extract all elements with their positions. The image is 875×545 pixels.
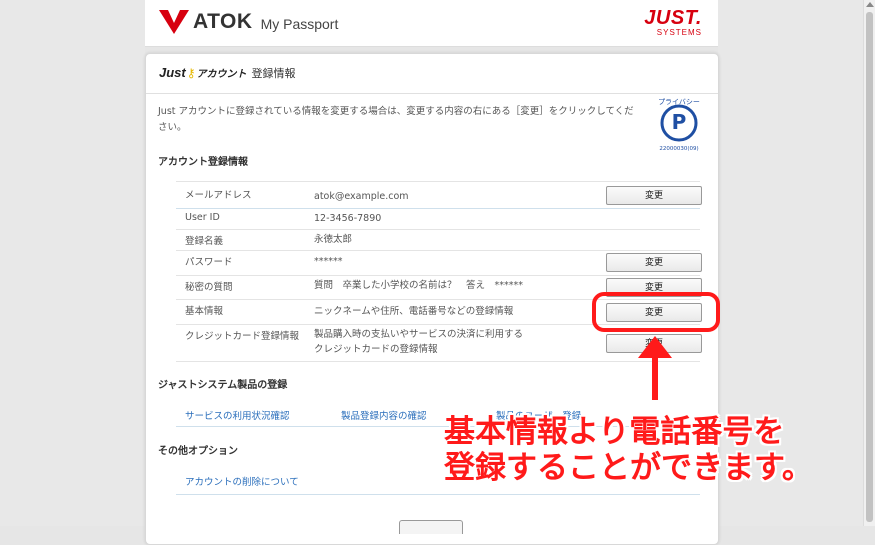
credit-card-value-line1: 製品購入時の支払いやサービスの決済に利用する (314, 329, 524, 340)
account-section-title: アカウント登録情報 (158, 157, 248, 168)
annotation-line-1: 基本情報より電話番号を (444, 414, 785, 450)
title-divider (146, 93, 718, 94)
privacy-mark-number: 22000030(09) (659, 146, 698, 152)
user-id-label: User ID (185, 212, 220, 223)
vertical-scrollbar[interactable] (863, 0, 875, 526)
email-value: atok@example.com (314, 191, 409, 202)
registrant-name-value: 永徳太郎 (314, 234, 353, 245)
key-icon: ⚷ (186, 66, 196, 80)
annotation-text: 基本情報より電話番号を 登録することができます。 (444, 414, 854, 486)
delete-account-link[interactable]: アカウントの削除について (185, 474, 299, 488)
email-label: メールアドレス (185, 190, 252, 201)
product-registration-check-link[interactable]: 製品登録内容の確認 (341, 408, 427, 422)
row-divider (176, 229, 700, 230)
basic-info-label: 基本情報 (185, 306, 224, 317)
privacy-mark-icon[interactable]: P プライバシー 22000030(09) (651, 96, 707, 152)
title-just: Just (159, 65, 186, 80)
row-divider (176, 494, 700, 495)
bottom-button[interactable] (399, 520, 463, 534)
scrollbar-thumb[interactable] (866, 12, 873, 522)
title-label: 登録情報 (251, 67, 296, 80)
intro-text: Just アカウントに登録されている情報を変更する場合は、変更する内容の右にある… (158, 106, 634, 133)
just-logo-text: JUST. (644, 7, 702, 29)
service-usage-link[interactable]: サービスの利用状況確認 (185, 408, 290, 422)
privacy-mark-text: プライバシー (658, 98, 700, 106)
product-section-title: ジャストシステム製品の登録 (158, 380, 288, 391)
my-passport-label: My Passport (260, 16, 339, 32)
scroll-up-icon[interactable] (866, 2, 874, 7)
change-email-button[interactable]: 変更 (606, 186, 702, 205)
title-account: アカウント (196, 69, 247, 80)
systems-logo-text: SYSTEMS (656, 28, 702, 37)
atok-logo-text: ATOK (193, 10, 253, 33)
secret-question-value: 質問 卒業した小学校の名前は？ 答え ****** (314, 280, 524, 291)
registrant-name-label: 登録名義 (185, 236, 224, 247)
password-value: ****** (314, 256, 343, 267)
row-divider (176, 181, 700, 182)
header-bar: ATOK My Passport JUST. SYSTEMS (145, 0, 718, 47)
basic-info-value: ニックネームや住所、電話番号などの登録情報 (314, 306, 514, 317)
card-title: Just ⚷ アカウント 登録情報 (159, 65, 296, 81)
password-label: パスワード (185, 257, 233, 268)
user-id-value: 12-3456-7890 (314, 213, 382, 224)
atok-logo[interactable]: ATOK My Passport (159, 8, 338, 36)
svg-text:P: P (672, 110, 687, 134)
arrow-shaft (652, 354, 658, 400)
annotation-line-2: 登録することができます。 (444, 450, 813, 486)
credit-card-value-line2: クレジットカードの登録情報 (314, 344, 438, 355)
row-divider (176, 250, 700, 251)
credit-card-label: クレジットカード登録情報 (185, 331, 300, 342)
change-password-button[interactable]: 変更 (606, 253, 702, 272)
row-divider (176, 361, 700, 362)
atok-v-icon (159, 10, 189, 34)
secret-question-label: 秘密の質問 (185, 282, 233, 293)
justsystems-logo[interactable]: JUST. SYSTEMS (644, 8, 702, 37)
highlight-annotation-box (592, 292, 720, 332)
row-divider (176, 275, 700, 276)
other-section-title: その他オプション (158, 446, 238, 457)
page-background-left (0, 0, 145, 526)
row-divider (176, 208, 700, 209)
